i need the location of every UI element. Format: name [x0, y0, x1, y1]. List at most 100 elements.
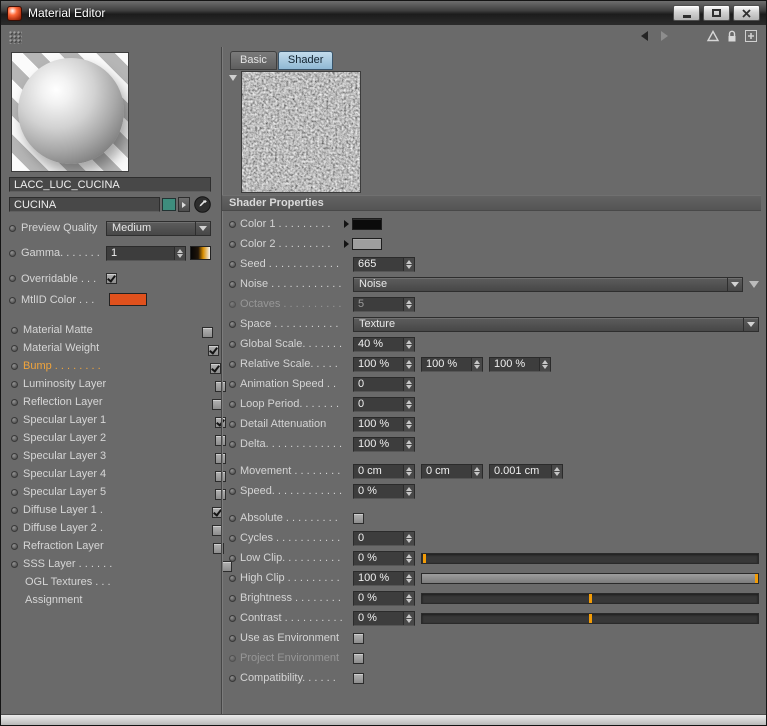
animation-dot-icon[interactable]: [9, 297, 16, 304]
spin-up-icon[interactable]: [406, 260, 412, 264]
relative-scale-field-3[interactable]: 100 %: [489, 357, 551, 372]
animation-dot-icon[interactable]: [229, 421, 236, 428]
title-bar[interactable]: Material Editor: [1, 1, 766, 25]
movement-field-2[interactable]: 0 cm: [421, 464, 483, 479]
spin-arrows-icon[interactable]: [539, 358, 550, 371]
movement-field-1[interactable]: 0 cm: [353, 464, 415, 479]
channel-checkbox-material-weight[interactable]: [208, 345, 219, 356]
relative-scale-field-2[interactable]: 100 %: [421, 357, 483, 372]
spin-up-icon[interactable]: [542, 360, 548, 364]
spin-arrows-icon[interactable]: [403, 592, 414, 605]
spin-down-icon[interactable]: [406, 305, 412, 309]
gamma-field[interactable]: 1: [106, 246, 186, 261]
spin-up-icon[interactable]: [406, 360, 412, 364]
global-scale-field[interactable]: 40 %: [353, 337, 415, 352]
animation-dot-icon[interactable]: [229, 281, 236, 288]
spin-down-icon[interactable]: [406, 365, 412, 369]
detail-attenuation-field[interactable]: 100 %: [353, 417, 415, 432]
use-as-environment-checkbox[interactable]: [353, 633, 364, 644]
channel-label-bump[interactable]: Bump . . . . . . . .: [23, 360, 101, 372]
project-environment-checkbox[interactable]: [353, 653, 364, 664]
contrast-slider[interactable]: [421, 613, 759, 624]
color-expand-icon[interactable]: [344, 240, 349, 248]
close-button[interactable]: [733, 5, 760, 21]
animation-dot-icon[interactable]: [11, 453, 18, 460]
channel-label-specular-layer-5[interactable]: Specular Layer 5: [23, 486, 106, 498]
animation-dot-icon[interactable]: [11, 471, 18, 478]
spin-arrows-icon[interactable]: [403, 338, 414, 351]
spin-down-icon[interactable]: [406, 345, 412, 349]
channel-checkbox-material-matte[interactable]: [202, 327, 213, 338]
animation-dot-icon[interactable]: [229, 595, 236, 602]
spin-arrows-icon[interactable]: [471, 358, 482, 371]
animation-dot-icon[interactable]: [11, 561, 18, 568]
spin-up-icon[interactable]: [406, 554, 412, 558]
material-preview[interactable]: [11, 52, 129, 172]
spin-up-icon[interactable]: [406, 300, 412, 304]
animation-dot-icon[interactable]: [229, 301, 236, 308]
animation-dot-icon[interactable]: [229, 615, 236, 622]
animation-dot-icon[interactable]: [229, 221, 236, 228]
spin-down-icon[interactable]: [554, 472, 560, 476]
animation-dot-icon[interactable]: [229, 655, 236, 662]
layer-name-field[interactable]: CUCINA: [9, 197, 160, 212]
spin-down-icon[interactable]: [406, 445, 412, 449]
layer-color-swatch[interactable]: [162, 198, 176, 211]
brightness-slider[interactable]: [421, 593, 759, 604]
octaves-field[interactable]: 5: [353, 297, 415, 312]
spin-up-icon[interactable]: [406, 440, 412, 444]
collapse-triangle-icon[interactable]: [229, 75, 237, 81]
compatibility-checkbox[interactable]: [353, 673, 364, 684]
color-expand-icon[interactable]: [344, 220, 349, 228]
slider-marker[interactable]: [755, 574, 758, 583]
spin-arrows-icon[interactable]: [551, 465, 562, 478]
low-clip-slider[interactable]: [421, 553, 759, 564]
high-clip-slider[interactable]: [421, 573, 759, 584]
spin-arrows-icon[interactable]: [403, 358, 414, 371]
spin-up-icon[interactable]: [406, 487, 412, 491]
spin-arrows-icon[interactable]: [403, 258, 414, 271]
low-clip-field[interactable]: 0 %: [353, 551, 415, 566]
channel-label-material-matte[interactable]: Material Matte: [23, 324, 93, 336]
spin-up-icon[interactable]: [406, 534, 412, 538]
back-icon[interactable]: [638, 29, 652, 43]
animation-dot-icon[interactable]: [229, 441, 236, 448]
material-name-field[interactable]: LACC_LUC_CUCINA: [9, 177, 211, 192]
brightness-field[interactable]: 0 %: [353, 591, 415, 606]
spin-down-icon[interactable]: [406, 265, 412, 269]
spin-down-icon[interactable]: [406, 619, 412, 623]
relative-scale-field-1[interactable]: 100 %: [353, 357, 415, 372]
spin-down-icon[interactable]: [406, 579, 412, 583]
animation-dot-icon[interactable]: [229, 515, 236, 522]
minimize-button[interactable]: [673, 5, 700, 21]
spin-arrows-icon[interactable]: [403, 612, 414, 625]
contrast-field[interactable]: 0 %: [353, 611, 415, 626]
spin-up-icon[interactable]: [406, 400, 412, 404]
animation-dot-icon[interactable]: [11, 381, 18, 388]
spin-arrows-icon[interactable]: [174, 247, 185, 260]
channel-label-specular-layer-4[interactable]: Specular Layer 4: [23, 468, 106, 480]
noise-dropdown[interactable]: Noise: [353, 277, 743, 292]
animation-dot-icon[interactable]: [11, 489, 18, 496]
spin-down-icon[interactable]: [406, 559, 412, 563]
spin-up-icon[interactable]: [406, 380, 412, 384]
slider-marker[interactable]: [589, 594, 592, 603]
space-dropdown[interactable]: Texture: [353, 317, 759, 332]
animation-dot-icon[interactable]: [11, 507, 18, 514]
spin-arrows-icon[interactable]: [403, 572, 414, 585]
seed-field[interactable]: 665: [353, 257, 415, 272]
preview-quality-dropdown[interactable]: Medium: [106, 221, 211, 236]
channel-label-specular-layer-2[interactable]: Specular Layer 2: [23, 432, 106, 444]
shader-preview[interactable]: [241, 71, 361, 193]
movement-field-3[interactable]: 0.001 cm: [489, 464, 563, 479]
channel-label-specular-layer-3[interactable]: Specular Layer 3: [23, 450, 106, 462]
spin-down-icon[interactable]: [406, 405, 412, 409]
channel-checkbox-bump[interactable]: [210, 363, 221, 374]
overridable-checkbox[interactable]: [106, 273, 117, 284]
absolute-checkbox[interactable]: [353, 513, 364, 524]
up-icon[interactable]: [706, 29, 720, 43]
gamma-gradient-swatch[interactable]: [190, 246, 211, 260]
channel-label-material-weight[interactable]: Material Weight: [23, 342, 99, 354]
animation-dot-icon[interactable]: [229, 535, 236, 542]
animation-dot-icon[interactable]: [229, 241, 236, 248]
